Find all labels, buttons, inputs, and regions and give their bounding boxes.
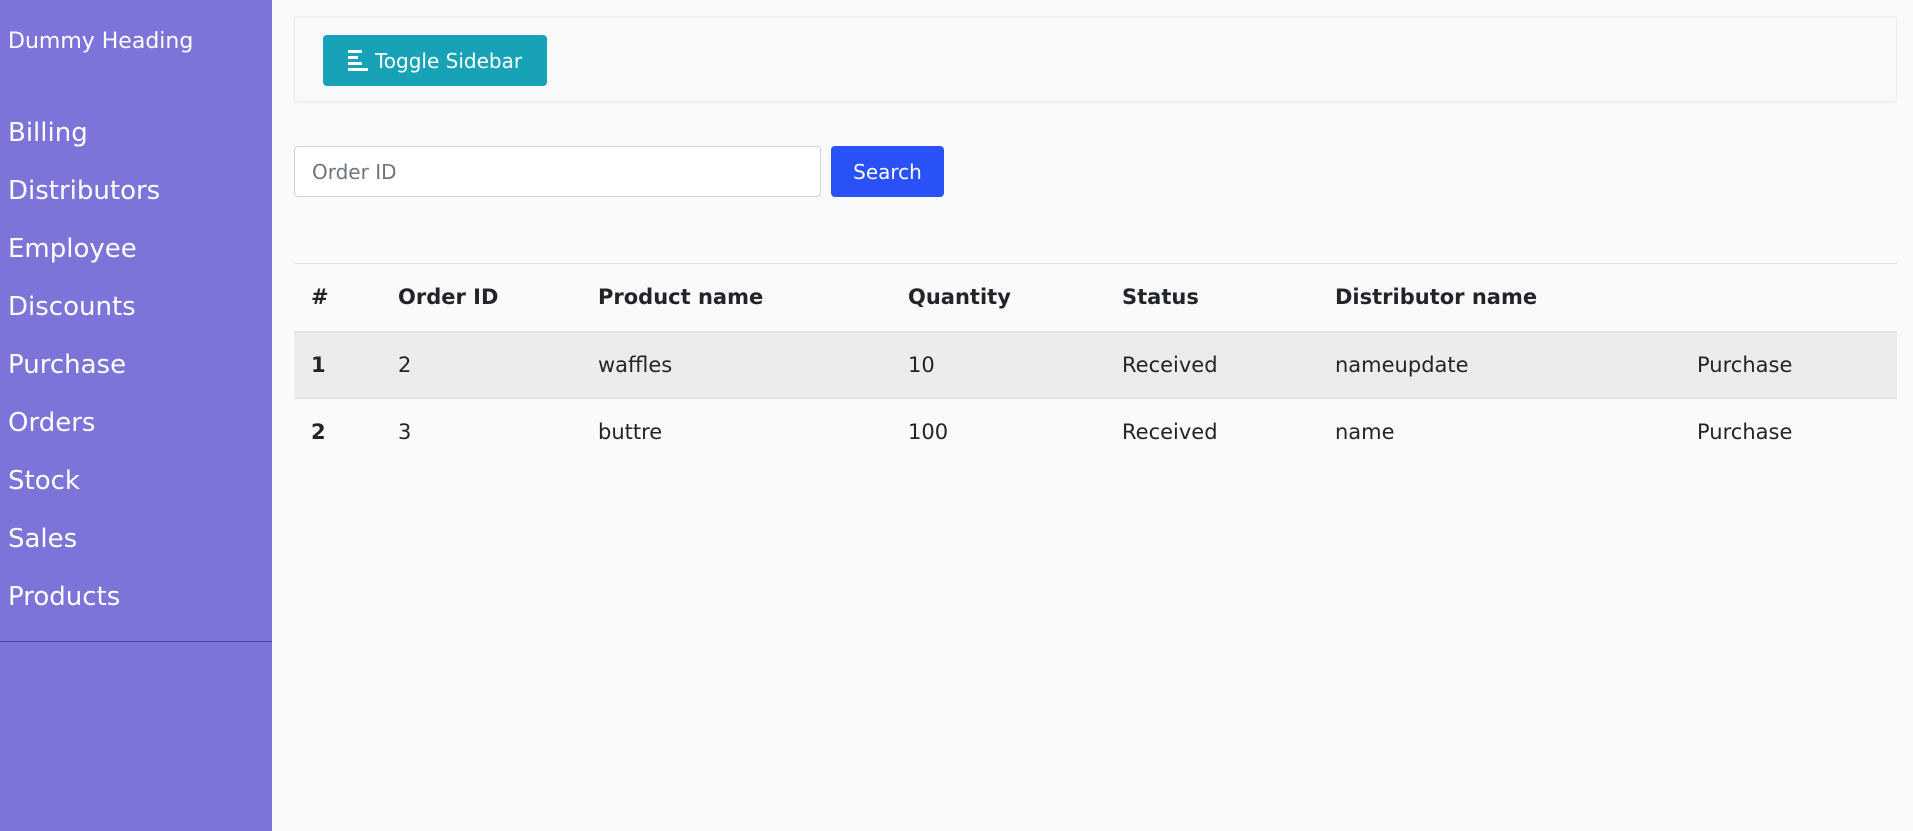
- sidebar-item-stock[interactable]: Stock: [0, 452, 272, 510]
- sidebar-nav: Billing Distributors Employee Discounts …: [0, 104, 272, 626]
- cell-distributor-name: name: [1335, 420, 1395, 445]
- cell-order-id: 3: [398, 420, 412, 445]
- cell-order-id: 2: [398, 353, 412, 378]
- main-content: Toggle Sidebar Search # Order ID Product…: [272, 0, 1913, 831]
- sidebar-item-sales[interactable]: Sales: [0, 510, 272, 568]
- sidebar-item-orders[interactable]: Orders: [0, 394, 272, 452]
- toggle-sidebar-button[interactable]: Toggle Sidebar: [323, 35, 547, 86]
- cell-quantity: 100: [908, 420, 949, 445]
- sidebar-item-products[interactable]: Products: [0, 568, 272, 626]
- sidebar-item-purchase[interactable]: Purchase: [0, 336, 272, 394]
- cell-product-name: buttre: [598, 420, 663, 445]
- sidebar-item-distributors[interactable]: Distributors: [0, 162, 272, 220]
- toggle-sidebar-label: Toggle Sidebar: [374, 48, 523, 73]
- search-button[interactable]: Search: [831, 146, 944, 197]
- cell-product-name: waffles: [598, 353, 673, 378]
- cell-status: Received: [1122, 353, 1218, 378]
- col-header-number: #: [311, 285, 329, 310]
- cell-purchase-action[interactable]: Purchase: [1680, 399, 1897, 466]
- col-header-distributor-name: Distributor name: [1335, 285, 1538, 310]
- top-navbar: Toggle Sidebar: [294, 16, 1897, 102]
- table-row: 2 3 buttre 100 Received name Purchase: [294, 399, 1897, 466]
- order-id-search-input[interactable]: [294, 146, 821, 197]
- table-row: 1 2 waffles 10 Received nameupdate Purch…: [294, 331, 1897, 399]
- align-left-icon: [347, 50, 368, 71]
- sidebar-divider: [0, 641, 272, 642]
- orders-table: # Order ID Product name Quantity Status …: [294, 263, 1897, 466]
- orders-table-wrapper: # Order ID Product name Quantity Status …: [294, 263, 1897, 466]
- cell-row-number: 2: [311, 420, 326, 445]
- cell-distributor-name: nameupdate: [1335, 353, 1469, 378]
- sidebar-item-billing[interactable]: Billing: [0, 104, 272, 162]
- col-header-quantity: Quantity: [908, 285, 1011, 310]
- col-header-product-name: Product name: [598, 285, 764, 310]
- cell-purchase-action[interactable]: Purchase: [1680, 332, 1897, 399]
- cell-row-number: 1: [311, 353, 326, 378]
- cell-status: Received: [1122, 420, 1218, 445]
- sidebar-heading: Dummy Heading: [8, 29, 194, 54]
- table-body: 1 2 waffles 10 Received nameupdate Purch…: [294, 331, 1897, 466]
- cell-quantity: 10: [908, 353, 935, 378]
- app-layout: Dummy Heading Billing Distributors Emplo…: [0, 0, 1913, 831]
- sidebar: Dummy Heading Billing Distributors Emplo…: [0, 0, 272, 831]
- table-header: # Order ID Product name Quantity Status …: [294, 263, 1897, 332]
- sidebar-item-employee[interactable]: Employee: [0, 220, 272, 278]
- col-header-order-id: Order ID: [398, 285, 499, 310]
- col-header-status: Status: [1122, 285, 1199, 310]
- header-row: # Order ID Product name Quantity Status …: [294, 263, 1897, 332]
- col-header-action: [1680, 264, 1897, 332]
- sidebar-item-discounts[interactable]: Discounts: [0, 278, 272, 336]
